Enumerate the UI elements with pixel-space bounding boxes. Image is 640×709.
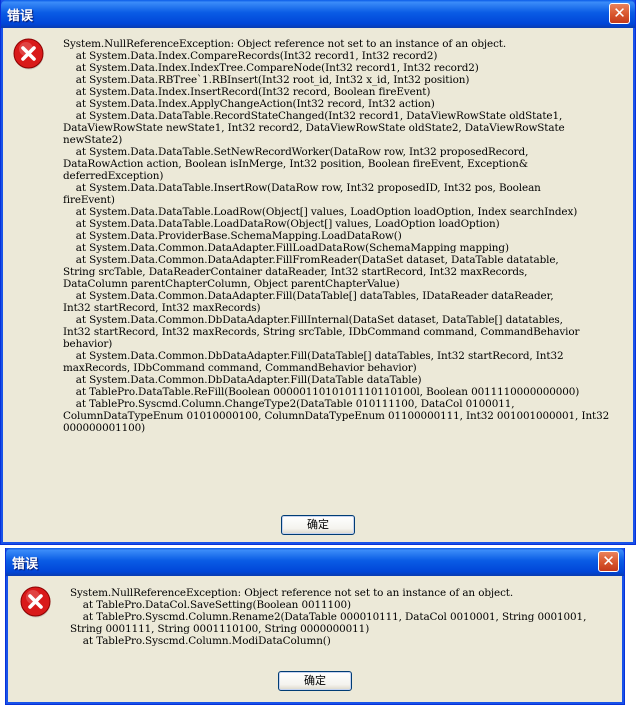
error-message: System.NullReferenceException: Object re… — [70, 587, 587, 647]
error-dialog-1: 错误 ✕ System.NullReferenceException: Obje… — [0, 0, 636, 545]
close-button[interactable]: ✕ — [598, 551, 619, 572]
title-bar[interactable]: 错误 ✕ — [1, 0, 635, 28]
error-x-circle-icon — [20, 586, 51, 618]
close-icon: ✕ — [602, 552, 615, 570]
title-bar[interactable]: 错误 ✕ — [6, 548, 624, 576]
window-title: 错误 — [12, 557, 39, 572]
error-dialog-2: 错误 ✕ System.NullReferenceException: Obje… — [5, 548, 625, 705]
close-icon: ✕ — [613, 4, 626, 22]
close-button[interactable]: ✕ — [609, 3, 630, 24]
ok-button[interactable]: 确定 — [281, 515, 355, 535]
ok-button[interactable]: 确定 — [278, 671, 352, 691]
error-message: System.NullReferenceException: Object re… — [63, 38, 610, 434]
error-x-circle-icon — [13, 38, 44, 70]
window-title: 错误 — [7, 9, 34, 24]
